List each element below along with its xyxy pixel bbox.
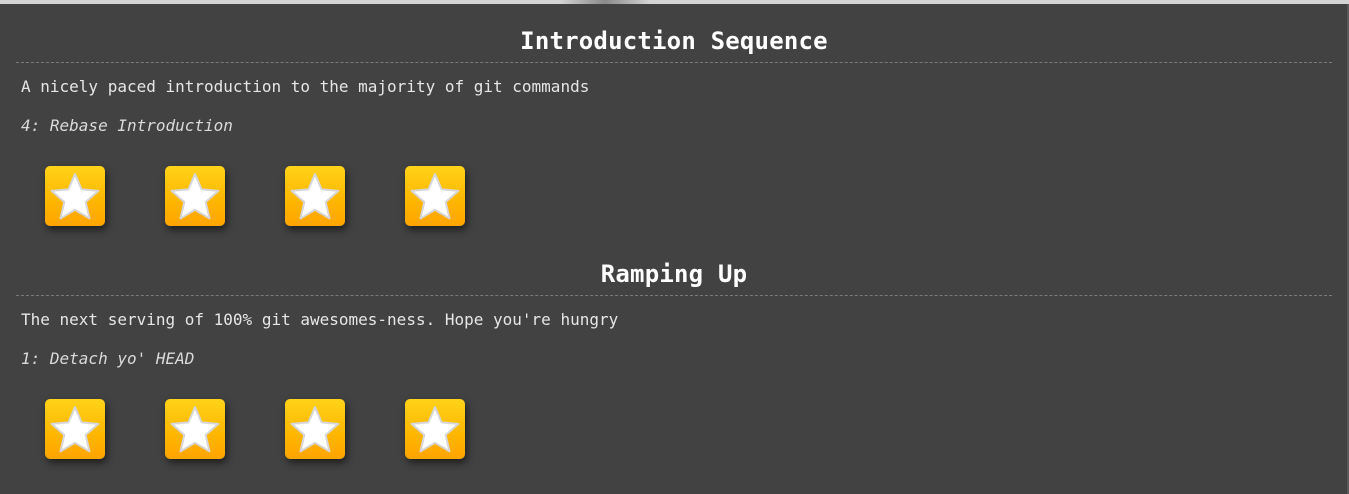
- level-button-3[interactable]: [285, 166, 345, 226]
- star-icon: [50, 406, 100, 453]
- level-name-label: 4: Rebase Introduction: [21, 116, 233, 135]
- star-icon: [170, 406, 220, 453]
- star-icon: [410, 173, 460, 220]
- level-button-4[interactable]: [405, 166, 465, 226]
- level-button-4[interactable]: [405, 399, 465, 459]
- star-icon: [410, 406, 460, 453]
- level-button-3[interactable]: [285, 399, 345, 459]
- sequence-title: Introduction Sequence: [16, 24, 1332, 63]
- star-icon: [50, 173, 100, 220]
- level-button-2[interactable]: [165, 399, 225, 459]
- star-icon: [290, 173, 340, 220]
- star-icon: [290, 406, 340, 453]
- level-tiles: [16, 374, 1332, 484]
- sequence-description: The next serving of 100% git awesomes-ne…: [21, 310, 619, 329]
- sequence-ramping-up: Ramping Up The next serving of 100% git …: [16, 257, 1332, 484]
- level-button-1[interactable]: [45, 166, 105, 226]
- sequence-title: Ramping Up: [16, 257, 1332, 296]
- level-button-2[interactable]: [165, 166, 225, 226]
- level-tiles: [16, 141, 1332, 251]
- window-top-edge: [0, 0, 1349, 4]
- sequence-description: A nicely paced introduction to the major…: [21, 77, 590, 96]
- level-name-label: 1: Detach yo' HEAD: [21, 349, 195, 368]
- top-edge-shading: [560, 0, 650, 4]
- level-button-1[interactable]: [45, 399, 105, 459]
- star-icon: [170, 173, 220, 220]
- sequence-introduction: Introduction Sequence A nicely paced int…: [16, 24, 1332, 251]
